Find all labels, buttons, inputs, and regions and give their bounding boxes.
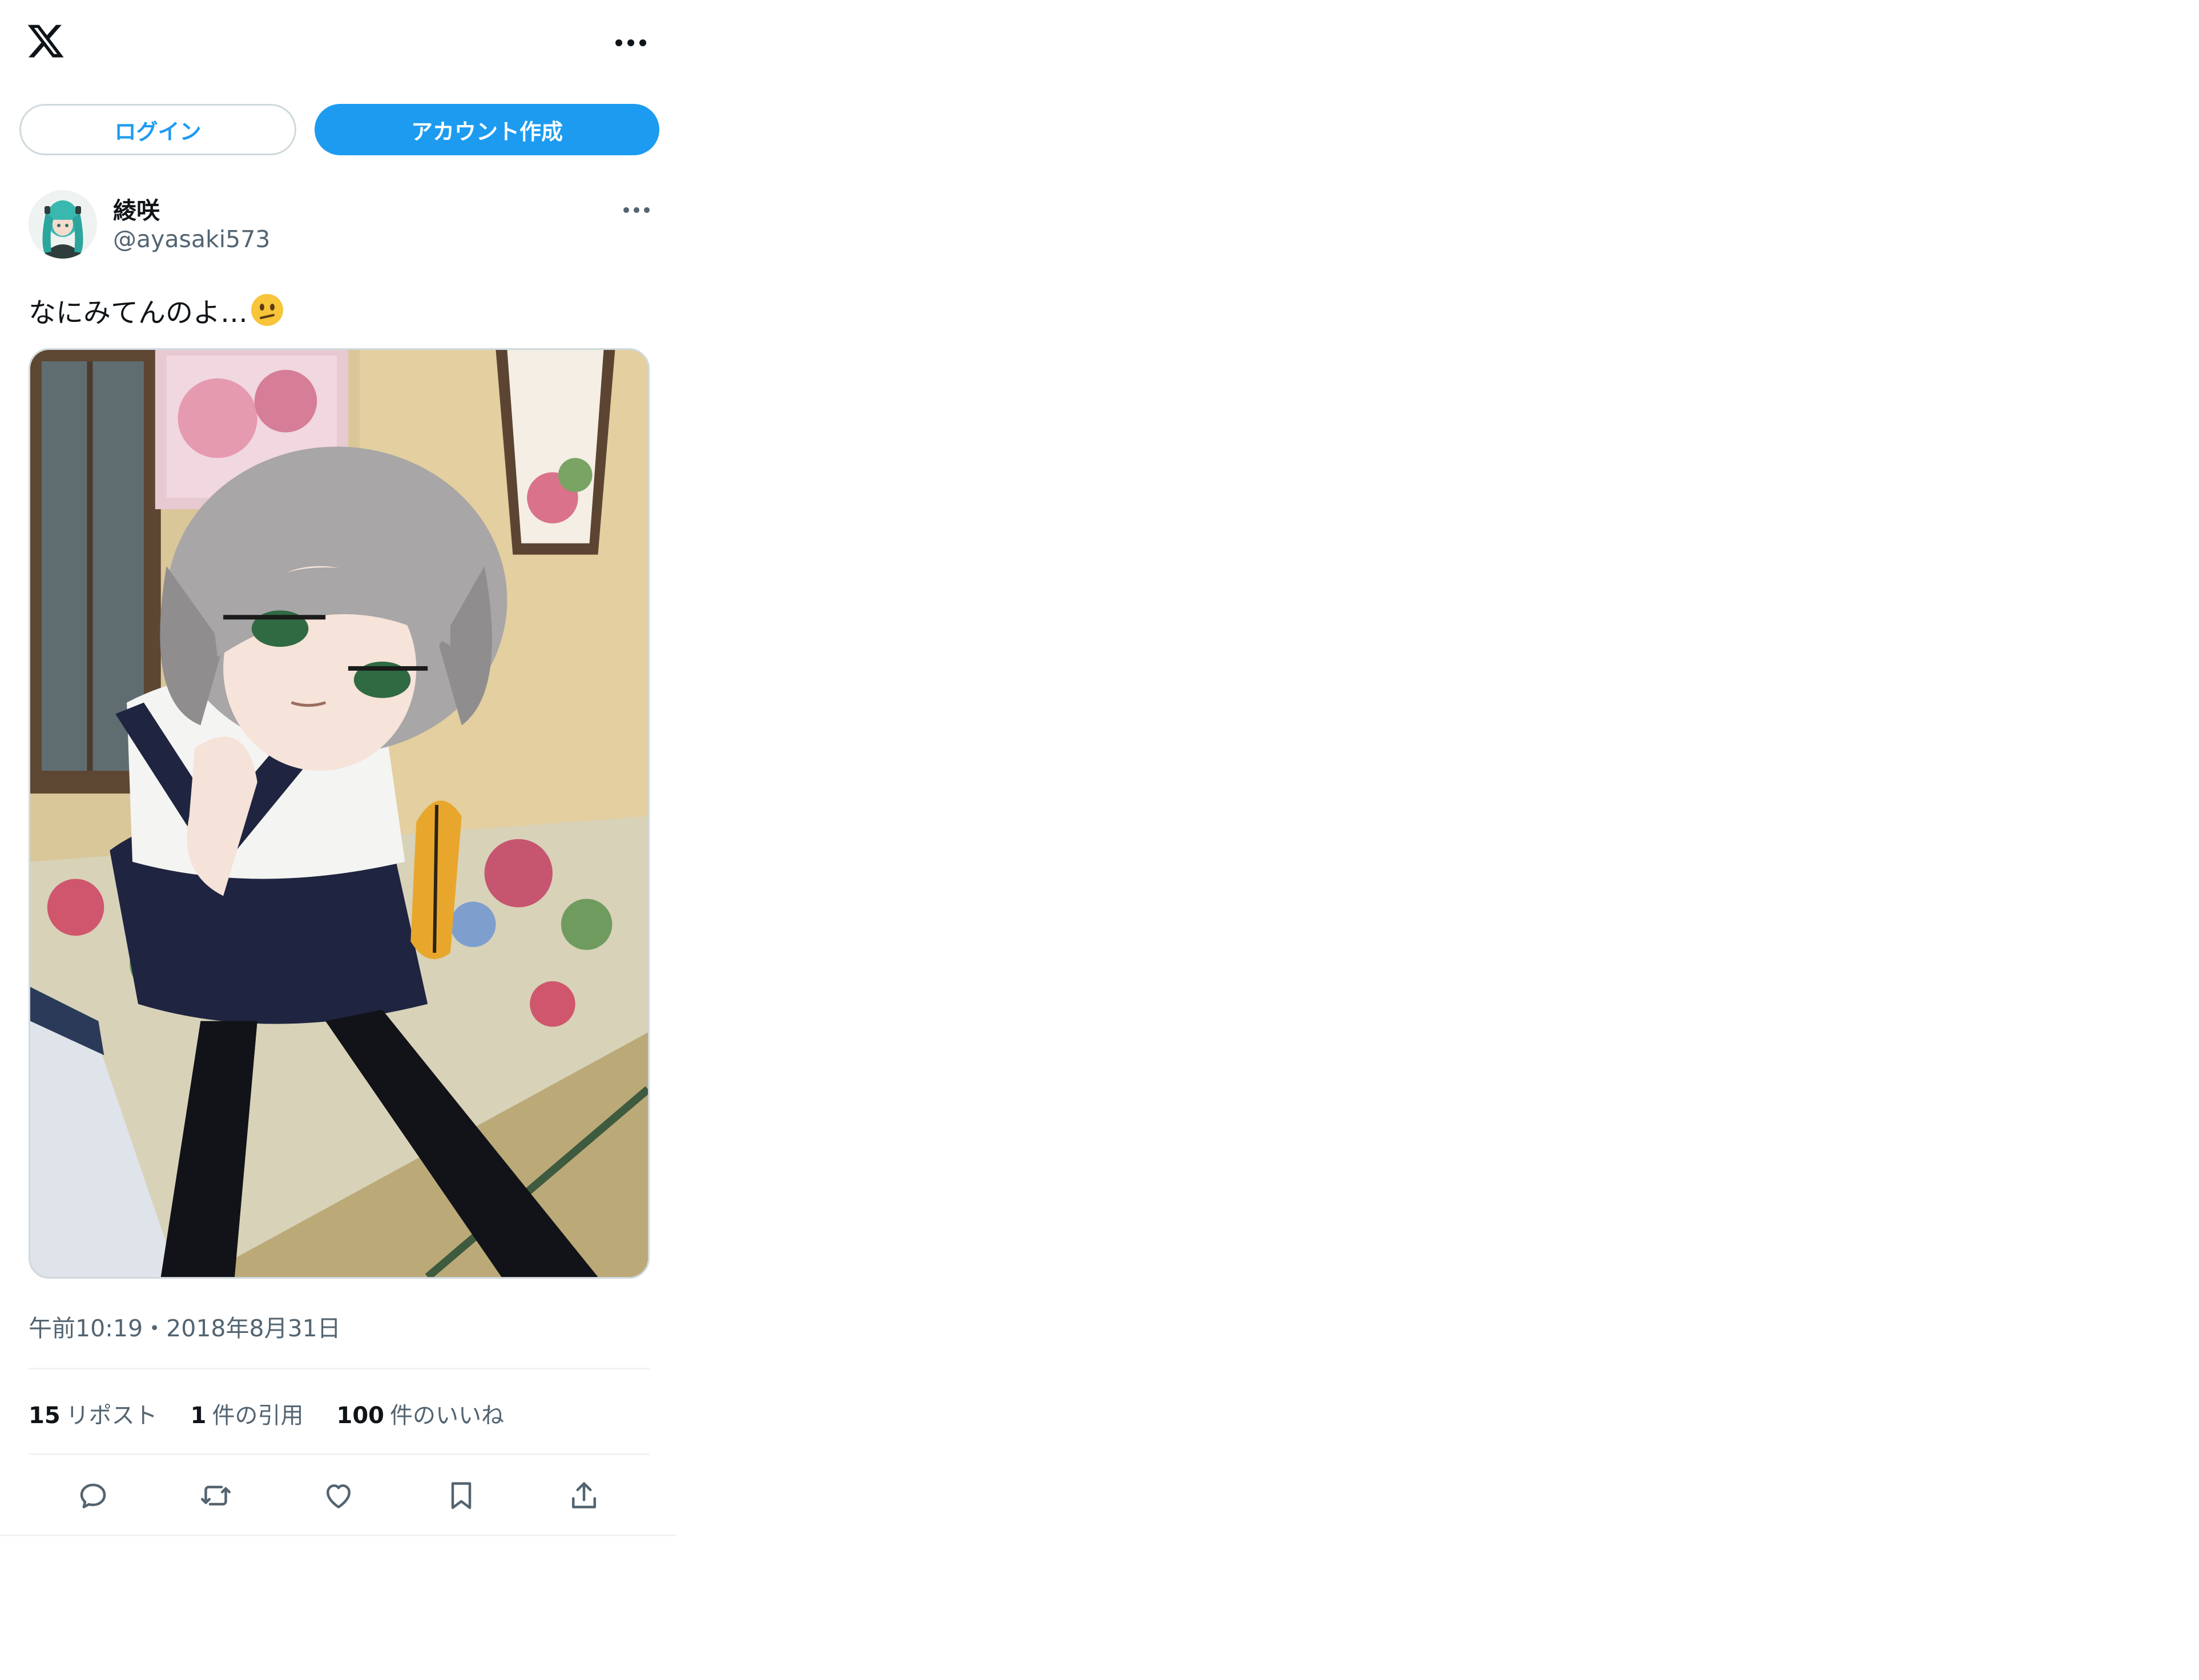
confused-face-icon [251,294,284,326]
post-timestamp[interactable]: 午前10:19・2018年8月31日 [29,1309,341,1343]
stat-reposts[interactable]: 15 リポスト [29,1397,158,1430]
post-text-content: なにみてんのよ… [29,297,248,329]
stat-quotes[interactable]: 1 件の引用 [191,1397,304,1430]
author-display-name[interactable]: 綾咲 [113,191,160,225]
quotes-label: 件の引用 [212,1403,304,1429]
stat-likes[interactable]: 100 件のいいね [337,1397,505,1430]
repost-icon [201,1485,231,1506]
more-horizontal-icon[interactable] [611,30,651,56]
bookmark-icon [451,1482,472,1509]
post-page: ログイン アカウント作成 綾咲 @ayasaki573 なにみてんのよ… 午前1… [0,0,676,1536]
like-icon [327,1484,351,1509]
reposts-count: 15 [29,1403,61,1429]
avatar[interactable] [29,190,97,259]
bookmark-button[interactable] [436,1470,487,1521]
author-handle[interactable]: @ayasaki573 [113,225,270,253]
login-button[interactable]: ログイン [19,104,296,155]
share-icon [572,1482,596,1509]
likes-label: 件のいいね [390,1403,505,1429]
like-button[interactable] [313,1470,364,1521]
divider [29,1453,650,1455]
likes-count: 100 [336,1403,385,1429]
create-account-button[interactable]: アカウント作成 [315,104,659,155]
reply-button[interactable] [67,1470,119,1521]
repost-button[interactable] [190,1470,241,1521]
x-logo-icon[interactable] [26,21,66,61]
post-stats: 15 リポスト 1 件の引用 100 件のいいね [29,1397,504,1430]
quotes-count: 1 [190,1403,207,1429]
post-photo[interactable] [29,348,650,1279]
post-text: なにみてんのよ… [29,290,284,330]
share-button[interactable] [558,1470,610,1521]
post-more-icon[interactable] [619,200,654,220]
post-action-bar [29,1470,650,1521]
divider [29,1368,650,1369]
reply-icon [80,1484,106,1509]
reposts-label: リポスト [66,1403,158,1429]
